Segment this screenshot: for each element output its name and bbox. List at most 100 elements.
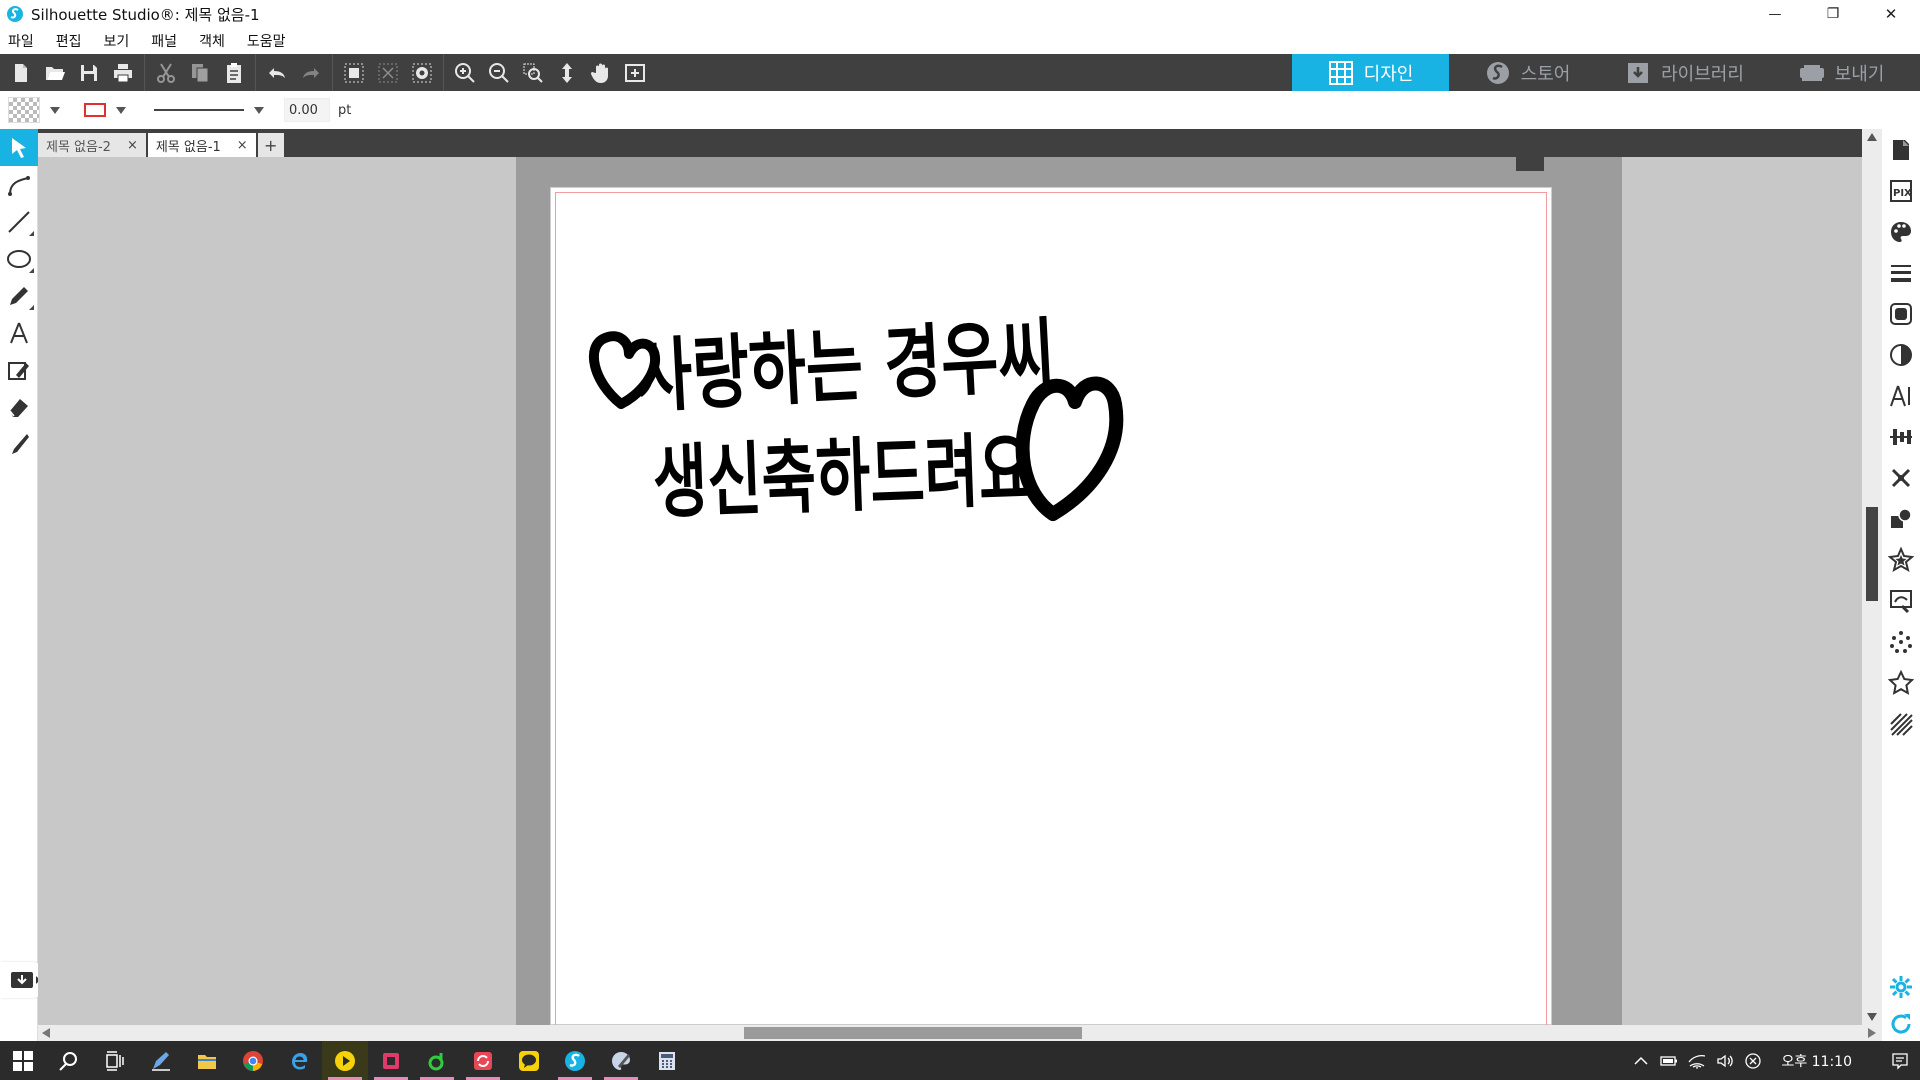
draw-tool[interactable]: [0, 277, 38, 314]
scroll-left-arrow-icon[interactable]: [42, 1028, 50, 1038]
zoom-select-button[interactable]: [516, 54, 550, 91]
paste-button[interactable]: [217, 54, 251, 91]
scroll-right-arrow-icon[interactable]: [1868, 1028, 1876, 1038]
pixscan-button[interactable]: PIX: [1882, 170, 1920, 211]
shadow-panel-button[interactable]: [1882, 293, 1920, 334]
settings-button[interactable]: [1882, 966, 1920, 1007]
blocked-status[interactable]: [1739, 1041, 1767, 1080]
open-button[interactable]: [38, 54, 72, 91]
close-button[interactable]: ✕: [1862, 0, 1920, 28]
scroll-down-arrow-icon[interactable]: [1867, 1013, 1877, 1021]
rhinestone-panel-button[interactable]: [1882, 621, 1920, 662]
design-canvas[interactable]: 사랑하는 경우씨 생신축하드려요: [38, 157, 1882, 1025]
sketch-panel-button[interactable]: [1882, 703, 1920, 744]
taskbar-app-sync[interactable]: [460, 1041, 506, 1080]
taskbar-app-pen[interactable]: [138, 1041, 184, 1080]
add-page-button[interactable]: [618, 54, 652, 91]
taskbar-app-green[interactable]: [414, 1041, 460, 1080]
document-tab-active[interactable]: 제목 없음-1 ×: [147, 133, 256, 157]
taskbar-edge[interactable]: [276, 1041, 322, 1080]
print-button[interactable]: [106, 54, 140, 91]
copy-button[interactable]: [183, 54, 217, 91]
fill-color-swatch[interactable]: [8, 97, 40, 123]
text-style-panel-button[interactable]: [1882, 375, 1920, 416]
taskbar-app-paint[interactable]: [598, 1041, 644, 1080]
fit-page-button[interactable]: [550, 54, 584, 91]
menu-panel[interactable]: 패널: [151, 31, 177, 51]
ungroup-button[interactable]: [371, 54, 405, 91]
fill-tool[interactable]: [0, 351, 38, 388]
taskbar-chrome[interactable]: [230, 1041, 276, 1080]
vertical-scrollbar[interactable]: [1862, 129, 1882, 1025]
stroke-width-input[interactable]: 0.00: [284, 98, 330, 122]
menu-edit[interactable]: 편집: [56, 31, 82, 51]
maximize-button[interactable]: ❐: [1804, 0, 1862, 28]
search-button[interactable]: [46, 1041, 92, 1080]
taskbar-silhouette-studio[interactable]: [552, 1041, 598, 1080]
design-text-line1[interactable]: 사랑하는 경우씨: [633, 309, 1057, 424]
start-button[interactable]: [0, 1041, 46, 1080]
horizontal-scroll-thumb[interactable]: [744, 1027, 1082, 1039]
close-tab-icon[interactable]: ×: [237, 138, 248, 153]
network-status[interactable]: [1683, 1041, 1711, 1080]
menu-file[interactable]: 파일: [8, 31, 34, 51]
menu-object[interactable]: 객체: [199, 31, 225, 51]
text-tool[interactable]: [0, 314, 38, 351]
scroll-up-arrow-icon[interactable]: [1867, 133, 1877, 141]
favorites-panel-button[interactable]: [1882, 662, 1920, 703]
taskbar-clock[interactable]: 오후 11:10: [1781, 1051, 1852, 1071]
ellipse-tool[interactable]: [0, 240, 38, 277]
save-button[interactable]: [72, 54, 106, 91]
align-panel-button[interactable]: [1882, 416, 1920, 457]
new-document-button[interactable]: [4, 54, 38, 91]
show-hidden-icons-button[interactable]: [1627, 1041, 1655, 1080]
line-style-preview[interactable]: [154, 109, 244, 111]
knife-tool[interactable]: [0, 425, 38, 462]
action-center-button[interactable]: [1886, 1041, 1914, 1080]
point-edit-tool[interactable]: [0, 166, 38, 203]
tab-store[interactable]: 스토어: [1449, 54, 1606, 91]
taskbar-file-explorer[interactable]: [184, 1041, 230, 1080]
minimize-button[interactable]: —: [1746, 0, 1804, 28]
design-text-line2[interactable]: 생신축하드려요: [652, 423, 1035, 529]
undo-button[interactable]: [260, 54, 294, 91]
taskbar-calculator[interactable]: [644, 1041, 690, 1080]
modify-panel-button[interactable]: [1882, 498, 1920, 539]
menu-view[interactable]: 보기: [104, 31, 130, 51]
offset-panel-button[interactable]: [1882, 539, 1920, 580]
sync-button[interactable]: [1882, 1007, 1920, 1041]
line-panel-button[interactable]: [1882, 252, 1920, 293]
compound-path-button[interactable]: [405, 54, 439, 91]
trace-panel-button[interactable]: [1882, 580, 1920, 621]
line-tool[interactable]: [0, 203, 38, 240]
vertical-scroll-thumb[interactable]: [1866, 507, 1878, 601]
eraser-tool[interactable]: [0, 388, 38, 425]
menu-help[interactable]: 도움말: [247, 31, 286, 51]
right-heart-shape[interactable]: [1015, 376, 1124, 521]
zoom-in-button[interactable]: [448, 54, 482, 91]
volume-control[interactable]: [1711, 1041, 1739, 1080]
cut-button[interactable]: [149, 54, 183, 91]
page-setup-button[interactable]: [1882, 129, 1920, 170]
fill-dropdown-arrow-icon[interactable]: [50, 106, 60, 114]
horizontal-scrollbar[interactable]: [38, 1025, 1882, 1041]
close-tab-icon[interactable]: ×: [127, 138, 138, 153]
add-tab-button[interactable]: +: [257, 133, 284, 157]
zoom-out-button[interactable]: [482, 54, 516, 91]
tab-library[interactable]: 라이브러리: [1606, 54, 1763, 91]
tab-send[interactable]: 보내기: [1763, 54, 1920, 91]
fill-panel-button[interactable]: [1882, 211, 1920, 252]
document-tab[interactable]: 제목 없음-2 ×: [38, 133, 146, 157]
battery-status[interactable]: [1655, 1041, 1683, 1080]
select-tool[interactable]: [0, 129, 38, 166]
task-view-button[interactable]: [92, 1041, 138, 1080]
stroke-dropdown-arrow-icon[interactable]: [116, 106, 126, 114]
pan-button[interactable]: [584, 54, 618, 91]
design-page[interactable]: 사랑하는 경우씨 생신축하드려요: [550, 187, 1552, 1025]
taskbar-media-player[interactable]: [322, 1041, 368, 1080]
redo-button[interactable]: [294, 54, 328, 91]
replicate-panel-button[interactable]: [1882, 457, 1920, 498]
tab-design[interactable]: 디자인: [1292, 54, 1449, 91]
stroke-color-swatch[interactable]: [84, 103, 106, 117]
taskbar-app-red[interactable]: [368, 1041, 414, 1080]
